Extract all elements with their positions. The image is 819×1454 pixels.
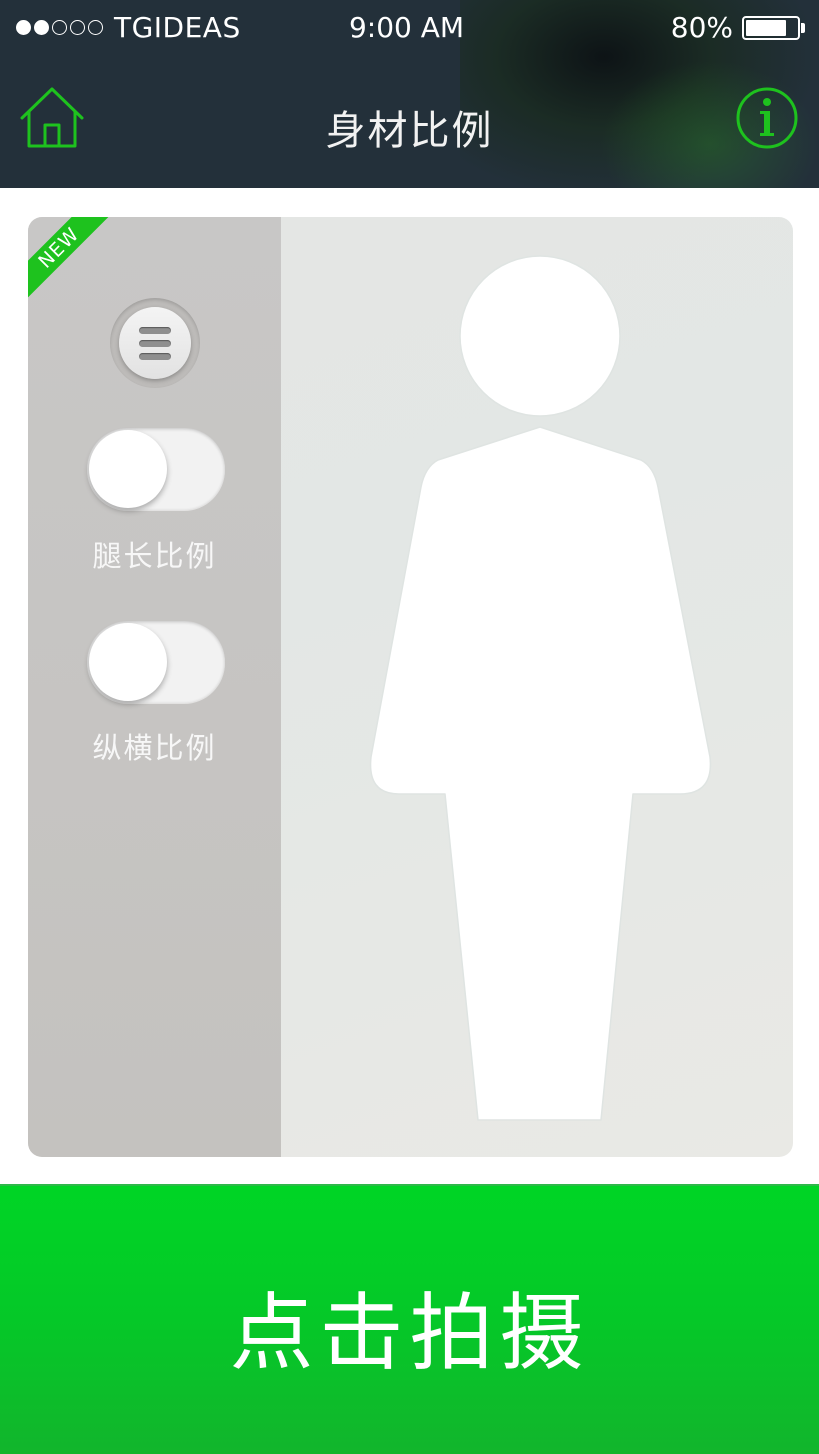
menu-icon-line: [139, 353, 171, 360]
toggle-knob: [89, 623, 167, 701]
aspect-ratio-label: 纵横比例: [92, 731, 217, 765]
info-button[interactable]: [736, 87, 798, 149]
capture-button-label: 点击拍摄: [229, 1284, 590, 1382]
body-proportion-card: NEW 腿长比例 纵横比例: [28, 217, 793, 1157]
capture-button[interactable]: 点击拍摄: [0, 1184, 819, 1454]
menu-icon-line: [139, 340, 171, 347]
status-bar: TGIDEAS 9:00 AM 80%: [0, 0, 819, 56]
page-title: 身材比例: [325, 108, 494, 154]
battery-percentage: 80%: [670, 11, 733, 44]
menu-icon: [119, 307, 191, 379]
info-icon: [736, 87, 798, 149]
leg-length-label: 腿长比例: [92, 539, 217, 573]
menu-icon-line: [139, 327, 171, 334]
toggle-knob: [89, 430, 167, 508]
aspect-ratio-toggle[interactable]: [87, 621, 225, 703]
battery-icon: [742, 16, 800, 40]
person-silhouette-icon: [369, 255, 712, 1121]
new-badge-label: NEW: [28, 217, 122, 311]
battery-tip: [801, 23, 805, 33]
figure-area: [281, 217, 793, 1157]
leg-length-toggle[interactable]: [87, 428, 225, 510]
battery-level-fill: [746, 20, 786, 36]
menu-button[interactable]: [110, 298, 200, 388]
app-header: TGIDEAS 9:00 AM 80% 身材比例: [0, 0, 819, 188]
options-sidebar: NEW 腿长比例 纵横比例: [28, 217, 281, 1157]
